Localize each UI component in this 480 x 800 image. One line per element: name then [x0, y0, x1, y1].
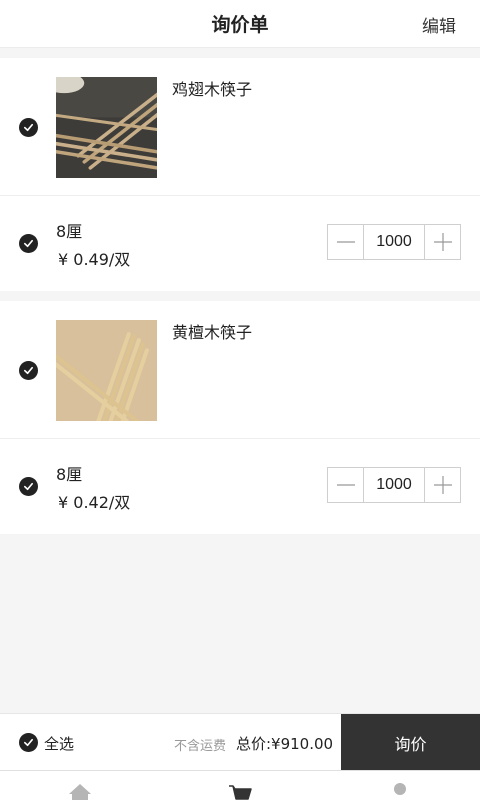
page-title: 询价单	[211, 14, 269, 36]
spec-row: 8厘 ¥ 0.49/双 1000	[0, 196, 480, 291]
quantity-stepper: 1000	[327, 467, 461, 503]
checkmark-icon	[24, 482, 33, 491]
inquiry-item-card: 黄檀木筷子 8厘 ¥ 0.42/双 1000	[0, 301, 480, 534]
product-name[interactable]: 鸡翅木筷子	[172, 76, 252, 100]
inquiry-item-card: 鸡翅木筷子 8厘 ¥ 0.49/双 1000	[0, 58, 480, 291]
decrement-button[interactable]	[328, 225, 364, 259]
checkmark-icon	[24, 239, 33, 248]
spec-row: 8厘 ¥ 0.42/双 1000	[0, 439, 480, 534]
spec-label: 8厘	[56, 465, 83, 484]
edit-button[interactable]: 编辑	[422, 12, 456, 37]
quantity-input[interactable]: 1000	[364, 225, 424, 259]
bamboo-chopsticks-photo	[56, 320, 157, 421]
decrement-button[interactable]	[328, 468, 364, 502]
item-checkbox[interactable]	[19, 118, 38, 137]
spec-checkbox[interactable]	[19, 477, 38, 496]
wooden-chopsticks-photo	[56, 77, 157, 178]
product-row: 鸡翅木筷子	[0, 58, 480, 196]
minus-icon	[336, 241, 355, 243]
unit-price: ¥ 0.42/双	[58, 493, 131, 512]
quantity-input[interactable]: 1000	[364, 468, 424, 502]
checkmark-icon	[24, 738, 33, 747]
increment-button[interactable]	[424, 225, 460, 259]
minus-icon	[336, 484, 355, 486]
product-image[interactable]	[56, 320, 157, 421]
checkout-bar: 全选 不含运费 总价:¥910.00 询价	[0, 713, 480, 771]
bottom-tab-bar	[0, 770, 480, 800]
total-price: 总价:¥910.00	[236, 735, 334, 753]
navigation-header: 询价单 编辑	[0, 0, 480, 48]
inquiry-button[interactable]: 询价	[341, 714, 480, 771]
shipping-note: 不含运费	[174, 739, 227, 754]
plus-icon	[433, 233, 452, 251]
spec-label: 8厘	[56, 222, 83, 241]
product-image[interactable]	[56, 77, 157, 178]
spec-checkbox[interactable]	[19, 234, 38, 253]
home-icon[interactable]	[67, 781, 93, 800]
cart-icon[interactable]	[227, 781, 253, 800]
product-row: 黄檀木筷子	[0, 301, 480, 439]
increment-button[interactable]	[424, 468, 460, 502]
user-icon[interactable]	[387, 781, 413, 800]
checkmark-icon	[24, 123, 33, 132]
unit-price: ¥ 0.49/双	[58, 250, 131, 269]
quantity-stepper: 1000	[327, 224, 461, 260]
checkmark-icon	[24, 366, 33, 375]
select-all-label[interactable]: 全选	[44, 733, 74, 754]
item-checkbox[interactable]	[19, 361, 38, 380]
plus-icon	[433, 476, 452, 494]
select-all-checkbox[interactable]	[19, 733, 38, 752]
product-name[interactable]: 黄檀木筷子	[172, 319, 252, 343]
